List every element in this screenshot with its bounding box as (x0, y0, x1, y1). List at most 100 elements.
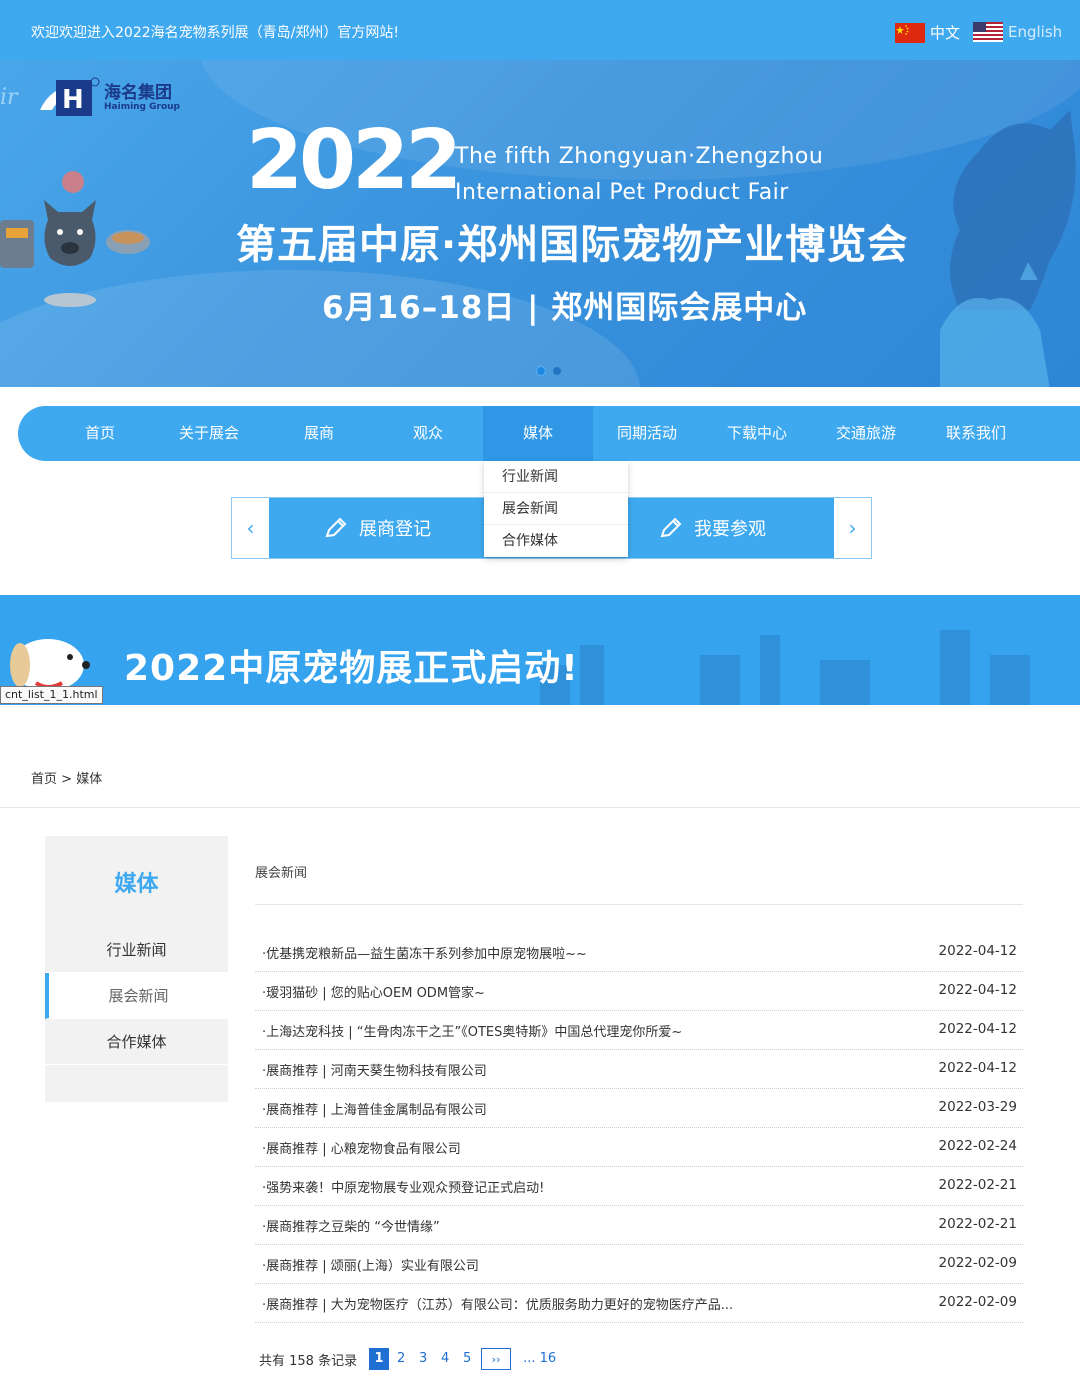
breadcrumb: 首页 > 媒体 (31, 768, 102, 787)
list-item-date: 2022-02-21 (938, 1177, 1017, 1193)
us-flag-icon (973, 22, 1003, 42)
dog-illustration-icon (0, 171, 150, 307)
nav-item-contact[interactable]: 联系我们 (921, 406, 1031, 461)
page-5-button[interactable]: 5 (457, 1348, 477, 1370)
breadcrumb-divider (0, 807, 1080, 808)
next-page-button[interactable]: ›› (481, 1348, 512, 1370)
sidebar-item-fair-news[interactable]: 展会新闻 (45, 973, 228, 1019)
banner-english-line-2: International Pet Product Fair (455, 180, 789, 205)
page-3-button[interactable]: 3 (413, 1348, 433, 1370)
exhibitor-register-label: 展商登记 (359, 519, 431, 540)
visitor-register-label: 我要参观 (694, 519, 766, 540)
top-bar: 欢迎欢迎进入2022海名宠物系列展（青岛/郑州）官方网站! 中文 English (0, 0, 1080, 60)
sidebar-title: 媒体 (114, 872, 159, 897)
list-item-date: 2022-04-12 (938, 943, 1017, 959)
dropdown-item-fair-news[interactable]: 展会新闻 (484, 493, 628, 525)
list-item[interactable]: ·强势来袭！中原宠物展专业观众预登记正式启动! 2022-02-21 (255, 1167, 1023, 1206)
nav-item-exhibitors[interactable]: 展商 (264, 406, 374, 461)
list-item-title[interactable]: ·强势来袭！中原宠物展专业观众预登记正式启动! (262, 1177, 544, 1196)
list-item[interactable]: ·展商推荐 | 上海普佳金属制品有限公司 2022-03-29 (255, 1089, 1023, 1128)
list-item[interactable]: ·展商推荐之豆柴的 “今世情缘” 2022-02-21 (255, 1206, 1023, 1245)
pagination: 共有 158 条记录 1 2 3 4 5 ›› ... 16 (259, 1347, 562, 1371)
list-item[interactable]: ·上海达宠科技 | “生骨肉冻干之王”《OTES奥特斯》中国总代理宠你所爱~ 2… (255, 1011, 1023, 1050)
logo-english-name: Haiming Group (104, 102, 180, 112)
svg-text:H: H (62, 85, 84, 115)
language-chinese-label: 中文 (930, 24, 961, 42)
pencil-icon (325, 517, 347, 538)
list-item-title[interactable]: ·展商推荐 | 大为宠物医疗（江苏）有限公司：优质服务助力更好的宠物医疗产品..… (262, 1294, 733, 1313)
list-item-title[interactable]: ·展商推荐 | 颂丽(上海）实业有限公司 (262, 1255, 479, 1274)
nav-item-home[interactable]: 首页 (45, 406, 155, 461)
list-heading-divider (255, 904, 1023, 905)
welcome-text: 欢迎欢迎进入2022海名宠物系列展（青岛/郑州）官方网站! (31, 25, 399, 41)
list-item-title[interactable]: ·瑷羽猫砂 | 您的贴心OEM ODM管家~ (262, 982, 485, 1001)
page-2-button[interactable]: 2 (391, 1348, 411, 1370)
language-chinese[interactable]: 中文 (895, 22, 960, 43)
banner-year: 2022 (246, 113, 462, 208)
list-heading: 展会新闻 (255, 866, 308, 881)
hero-banner[interactable]: ir H 海名集团 Haiming Group 2022 The fifth Z… (0, 60, 1080, 387)
list-item-title[interactable]: ·优基携宠粮新品—益生菌冻干系列参加中原宠物展啦~~ (262, 943, 587, 962)
list-item-title[interactable]: ·上海达宠科技 | “生骨肉冻干之王”《OTES奥特斯》中国总代理宠你所爱~ (262, 1021, 682, 1040)
list-item-title[interactable]: ·展商推荐 | 河南天葵生物科技有限公司 (262, 1060, 487, 1079)
list-item-date: 2022-04-12 (938, 982, 1017, 998)
list-item[interactable]: ·展商推荐 | 心粮宠物食品有限公司 2022-02-24 (255, 1128, 1023, 1167)
sidebar-item-media-partners[interactable]: 合作媒体 (45, 1019, 228, 1065)
city-skyline-icon (540, 630, 1030, 705)
list-item-date: 2022-04-12 (938, 1021, 1017, 1037)
nav-item-downloads[interactable]: 下载中心 (702, 406, 812, 461)
banner-english-line-1: The fifth Zhongyuan·Zhengzhou (455, 144, 824, 169)
list-item-date: 2022-03-29 (938, 1099, 1017, 1115)
list-item-date: 2022-02-24 (938, 1138, 1017, 1154)
list-item-date: 2022-04-12 (938, 1060, 1017, 1076)
carousel-dot-1[interactable] (537, 367, 545, 375)
carousel-indicators (537, 367, 561, 375)
last-page-button[interactable]: ... 16 (519, 1348, 560, 1370)
nav-item-visitors[interactable]: 观众 (373, 406, 483, 461)
nav-item-about[interactable]: 关于展会 (154, 406, 264, 461)
sidebar: 媒体 行业新闻 展会新闻 合作媒体 (45, 836, 228, 1102)
page-1-button[interactable]: 1 (369, 1348, 390, 1370)
list-item[interactable]: ·展商推荐 | 大为宠物医疗（江苏）有限公司：优质服务助力更好的宠物医疗产品..… (255, 1284, 1023, 1323)
list-item-date: 2022-02-09 (938, 1294, 1017, 1310)
language-english[interactable]: English (973, 22, 1062, 42)
pagination-total: 共有 158 条记录 (259, 1353, 358, 1369)
breadcrumb-current[interactable]: 媒体 (76, 772, 102, 787)
media-dropdown-menu: 行业新闻 展会新闻 合作媒体 (484, 461, 628, 557)
china-flag-icon (895, 22, 925, 43)
carousel-prev-button[interactable]: ‹ (232, 498, 269, 558)
banner-chinese-title: 第五届中原·郑州国际宠物产业博览会 (236, 222, 909, 268)
pencil-icon (660, 517, 682, 538)
haiming-logo: ir H 海名集团 Haiming Group (0, 74, 190, 120)
nav-item-media[interactable]: 媒体 (483, 406, 593, 461)
breadcrumb-separator: > (57, 772, 77, 787)
list-item[interactable]: ·优基携宠粮新品—益生菌冻干系列参加中原宠物展啦~~ 2022-04-12 (255, 933, 1023, 972)
logo-chinese-name: 海名集团 (104, 83, 172, 103)
cat-silhouette-icon (940, 110, 1076, 387)
carousel-next-button[interactable]: › (834, 498, 871, 558)
nav-item-travel[interactable]: 交通旅游 (811, 406, 921, 461)
main-navigation: 首页 关于展会 展商 观众 媒体 同期活动 下载中心 交通旅游 联系我们 (18, 406, 1080, 461)
list-item-title[interactable]: ·展商推荐之豆柴的 “今世情缘” (262, 1216, 440, 1235)
exhibitor-register-button[interactable]: 展商登记 (269, 498, 485, 558)
list-item-date: 2022-02-09 (938, 1255, 1017, 1271)
sidebar-item-industry-news[interactable]: 行业新闻 (45, 927, 228, 973)
carousel-dot-2[interactable] (553, 367, 561, 375)
breadcrumb-home[interactable]: 首页 (31, 772, 57, 787)
link-tooltip: cnt_list_1_1.html (0, 686, 103, 704)
language-english-label: English (1008, 23, 1063, 41)
list-item[interactable]: ·瑷羽猫砂 | 您的贴心OEM ODM管家~ 2022-04-12 (255, 972, 1023, 1011)
dropdown-item-industry-news[interactable]: 行业新闻 (484, 461, 628, 493)
list-item-date: 2022-02-21 (938, 1216, 1017, 1232)
list-item[interactable]: ·展商推荐 | 河南天葵生物科技有限公司 2022-04-12 (255, 1050, 1023, 1089)
svg-text:ir: ir (0, 85, 19, 110)
list-item-title[interactable]: ·展商推荐 | 上海普佳金属制品有限公司 (262, 1099, 487, 1118)
list-item-title[interactable]: ·展商推荐 | 心粮宠物食品有限公司 (262, 1138, 461, 1157)
dropdown-item-media-partners[interactable]: 合作媒体 (484, 525, 628, 557)
banner-date-venue: 6月16–18日 | 郑州国际会展中心 (322, 290, 808, 326)
sub-banner: 2022中原宠物展正式启动! (0, 595, 1080, 705)
sub-banner-title: 2022中原宠物展正式启动! (124, 648, 579, 689)
page-4-button[interactable]: 4 (435, 1348, 455, 1370)
list-item[interactable]: ·展商推荐 | 颂丽(上海）实业有限公司 2022-02-09 (255, 1245, 1023, 1284)
nav-item-events[interactable]: 同期活动 (592, 406, 702, 461)
